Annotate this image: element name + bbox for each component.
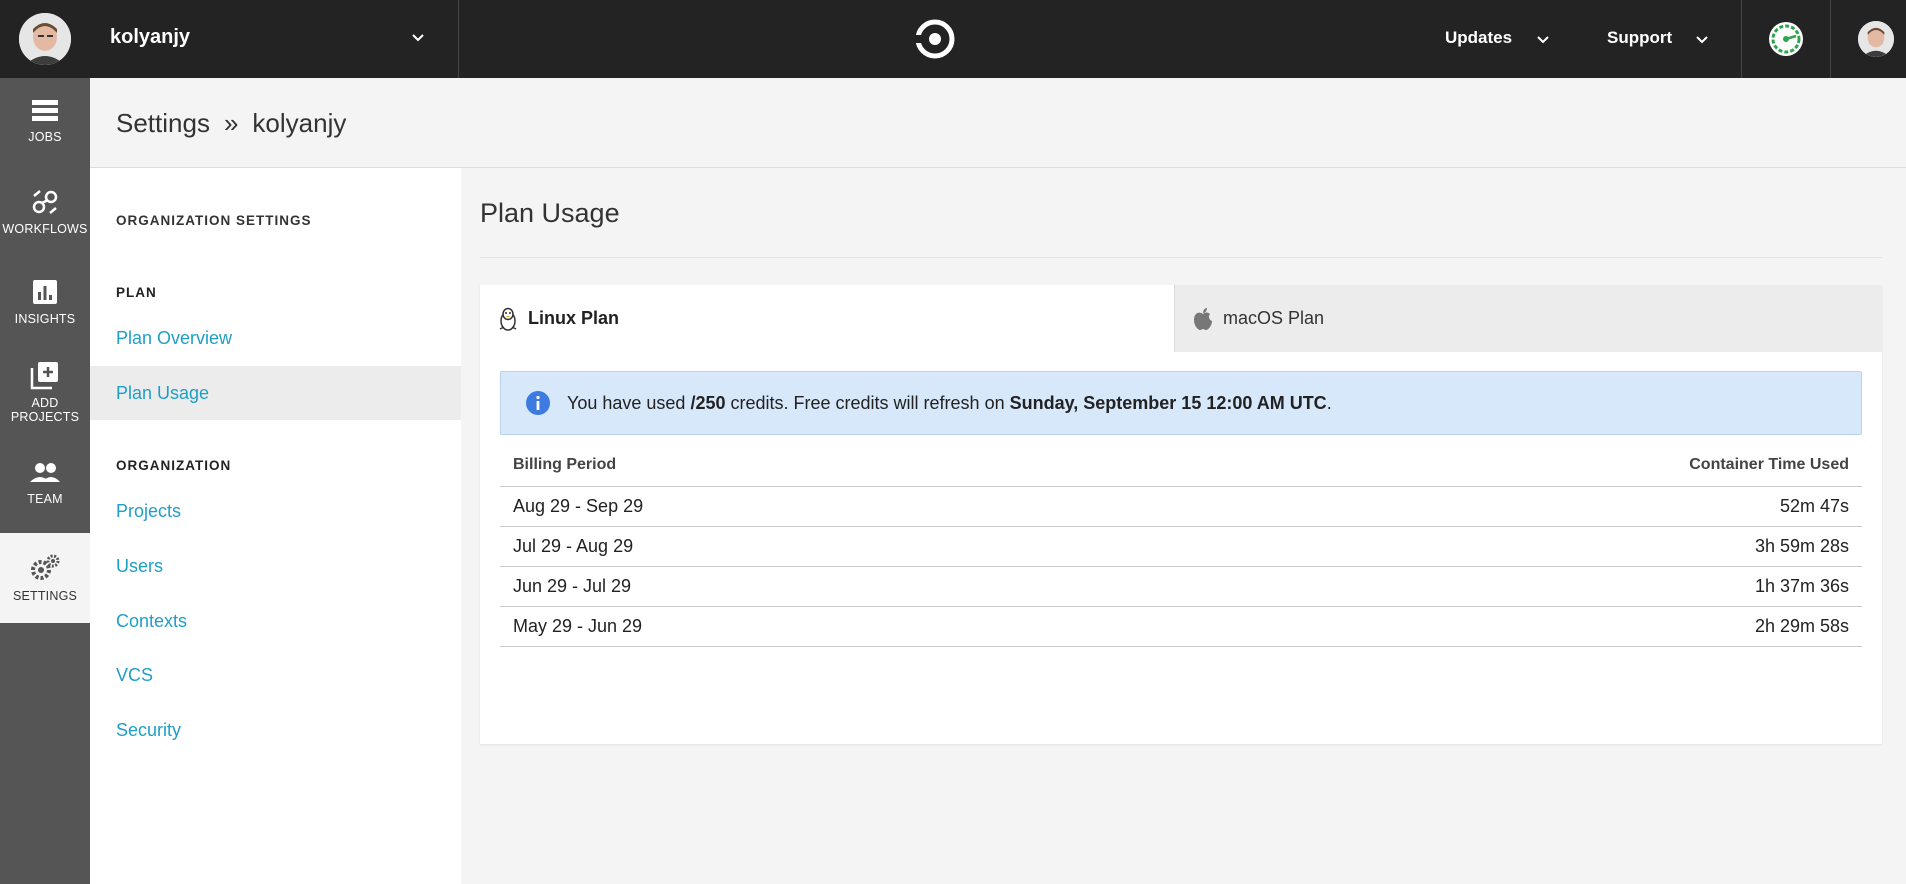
column-header-container-time: Container Time Used	[1121, 444, 1862, 487]
breadcrumb: Settings » kolyanjy	[116, 108, 346, 139]
column-header-billing-period: Billing Period	[500, 444, 1122, 487]
nav-workflows[interactable]: WORKFLOWS	[0, 188, 90, 258]
top-bar: kolyanjy Updates Support	[0, 0, 1906, 78]
nav-label: INSIGHTS	[14, 312, 76, 326]
tab-label: macOS Plan	[1223, 308, 1325, 328]
nav-label: PROJECTS	[10, 410, 80, 424]
alert-middle: credits. Free credits will refresh on	[725, 392, 1010, 413]
settings-menu: ORGANIZATION SETTINGS PLAN Plan Overview…	[90, 168, 461, 884]
alert-text: You have used /250 credits. Free credits…	[567, 393, 1332, 414]
workflows-icon	[32, 190, 58, 214]
table-header-row: Billing Period Container Time Used	[500, 444, 1862, 487]
insights-icon	[33, 280, 57, 304]
menu-link-projects[interactable]: Projects	[90, 484, 461, 538]
page-title: Plan Usage	[480, 198, 620, 228]
menu-section-organization: ORGANIZATION	[116, 458, 232, 473]
tab-linux-plan[interactable]: Linux Plan	[480, 285, 1174, 352]
info-icon	[526, 391, 550, 415]
side-nav: JOBS WORKFLOWS INSIGHTS ADD PROJECTS TEA…	[0, 78, 90, 884]
nav-team[interactable]: TEAM	[0, 460, 90, 530]
menu-link-contexts[interactable]: Contexts	[90, 594, 461, 648]
billing-period-cell: Jul 29 - Aug 29	[500, 526, 1122, 567]
nav-label: WORKFLOWS	[2, 222, 88, 236]
circleci-logo[interactable]	[915, 19, 955, 59]
container-time-cell: 52m 47s	[1121, 486, 1862, 527]
billing-period-cell: Aug 29 - Sep 29	[500, 486, 1122, 527]
divider	[1741, 0, 1742, 78]
chevron-down-icon	[1696, 36, 1708, 44]
alert-prefix: You have used	[567, 392, 691, 413]
plan-usage-card: Linux Plan macOS Plan You have used /250…	[480, 285, 1882, 744]
team-icon	[30, 463, 60, 482]
support-menu[interactable]: Support	[1607, 28, 1672, 48]
menu-link-plan-overview[interactable]: Plan Overview	[90, 311, 461, 365]
nav-label: SETTINGS	[12, 589, 78, 603]
container-time-cell: 3h 59m 28s	[1121, 526, 1862, 567]
nav-label: ADD	[31, 396, 59, 410]
billing-period-cell: May 29 - Jun 29	[500, 606, 1122, 647]
container-time-cell: 2h 29m 58s	[1121, 606, 1862, 647]
usage-table: Billing Period Container Time Used Aug 2…	[500, 444, 1862, 647]
settings-icon	[31, 554, 60, 580]
alert-refresh-date: Sunday, September 15 12:00 AM UTC	[1009, 392, 1327, 413]
status-icon[interactable]	[1768, 21, 1804, 57]
billing-period-cell: Jun 29 - Jul 29	[500, 566, 1122, 607]
nav-label: TEAM	[27, 492, 63, 506]
nav-jobs[interactable]: JOBS	[0, 98, 90, 168]
breadcrumb-separator: »	[223, 108, 239, 138]
menu-link-users[interactable]: Users	[90, 539, 461, 593]
alert-suffix: .	[1326, 392, 1332, 413]
add-projects-icon	[30, 362, 58, 390]
nav-label: JOBS	[28, 130, 62, 144]
table-row: May 29 - Jun 29 2h 29m 58s	[500, 606, 1862, 647]
nav-add-projects[interactable]: ADD PROJECTS	[0, 360, 90, 450]
apple-icon	[1194, 307, 1212, 330]
linux-icon	[499, 307, 517, 331]
alert-credits: /250	[690, 392, 726, 413]
nav-settings[interactable]: SETTINGS	[0, 533, 90, 623]
menu-link-plan-usage[interactable]: Plan Usage	[90, 366, 461, 420]
menu-link-vcs[interactable]: VCS	[90, 648, 461, 702]
nav-insights[interactable]: INSIGHTS	[0, 278, 90, 348]
table-row: Aug 29 - Sep 29 52m 47s	[500, 486, 1862, 527]
org-name: kolyanjy	[110, 26, 191, 48]
updates-menu[interactable]: Updates	[1445, 28, 1512, 48]
org-avatar	[19, 13, 71, 65]
tab-macos-plan[interactable]: macOS Plan	[1174, 285, 1882, 352]
org-switcher[interactable]: kolyanjy	[0, 0, 459, 78]
menu-heading: ORGANIZATION SETTINGS	[116, 213, 312, 228]
breadcrumb-root[interactable]: Settings	[116, 108, 210, 138]
tab-label: Linux Plan	[528, 308, 620, 328]
chevron-down-icon	[1537, 36, 1549, 44]
divider	[480, 257, 1882, 258]
credits-alert: You have used /250 credits. Free credits…	[500, 371, 1862, 435]
menu-link-security[interactable]: Security	[90, 703, 461, 757]
jobs-icon	[32, 100, 58, 121]
chevron-down-icon	[412, 34, 424, 42]
table-row: Jun 29 - Jul 29 1h 37m 36s	[500, 566, 1862, 607]
table-row: Jul 29 - Aug 29 3h 59m 28s	[500, 526, 1862, 567]
container-time-cell: 1h 37m 36s	[1121, 566, 1862, 607]
user-avatar[interactable]	[1858, 21, 1894, 57]
divider	[1830, 0, 1831, 78]
menu-section-plan: PLAN	[116, 285, 157, 300]
page-header: Settings » kolyanjy	[90, 78, 1906, 168]
breadcrumb-current: kolyanjy	[252, 108, 347, 138]
